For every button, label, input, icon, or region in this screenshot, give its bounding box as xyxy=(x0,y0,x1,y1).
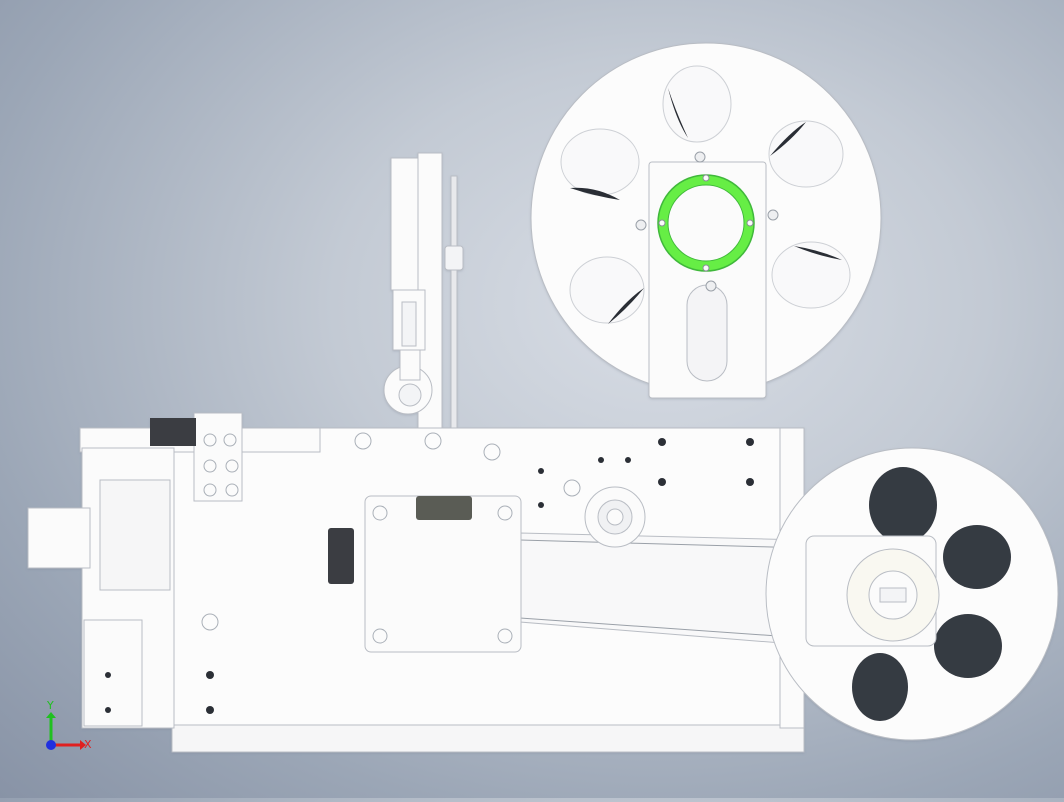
labeler-machine-model: X Y xyxy=(27,42,1059,753)
lower-reel xyxy=(765,447,1059,741)
cad-viewport[interactable]: X Y xyxy=(0,0,1064,798)
z-axis-dot xyxy=(46,740,56,750)
y-axis-label: Y xyxy=(46,699,54,712)
sensor-column xyxy=(383,152,464,431)
upper-reel xyxy=(530,42,882,399)
x-axis-label: X xyxy=(84,738,92,751)
